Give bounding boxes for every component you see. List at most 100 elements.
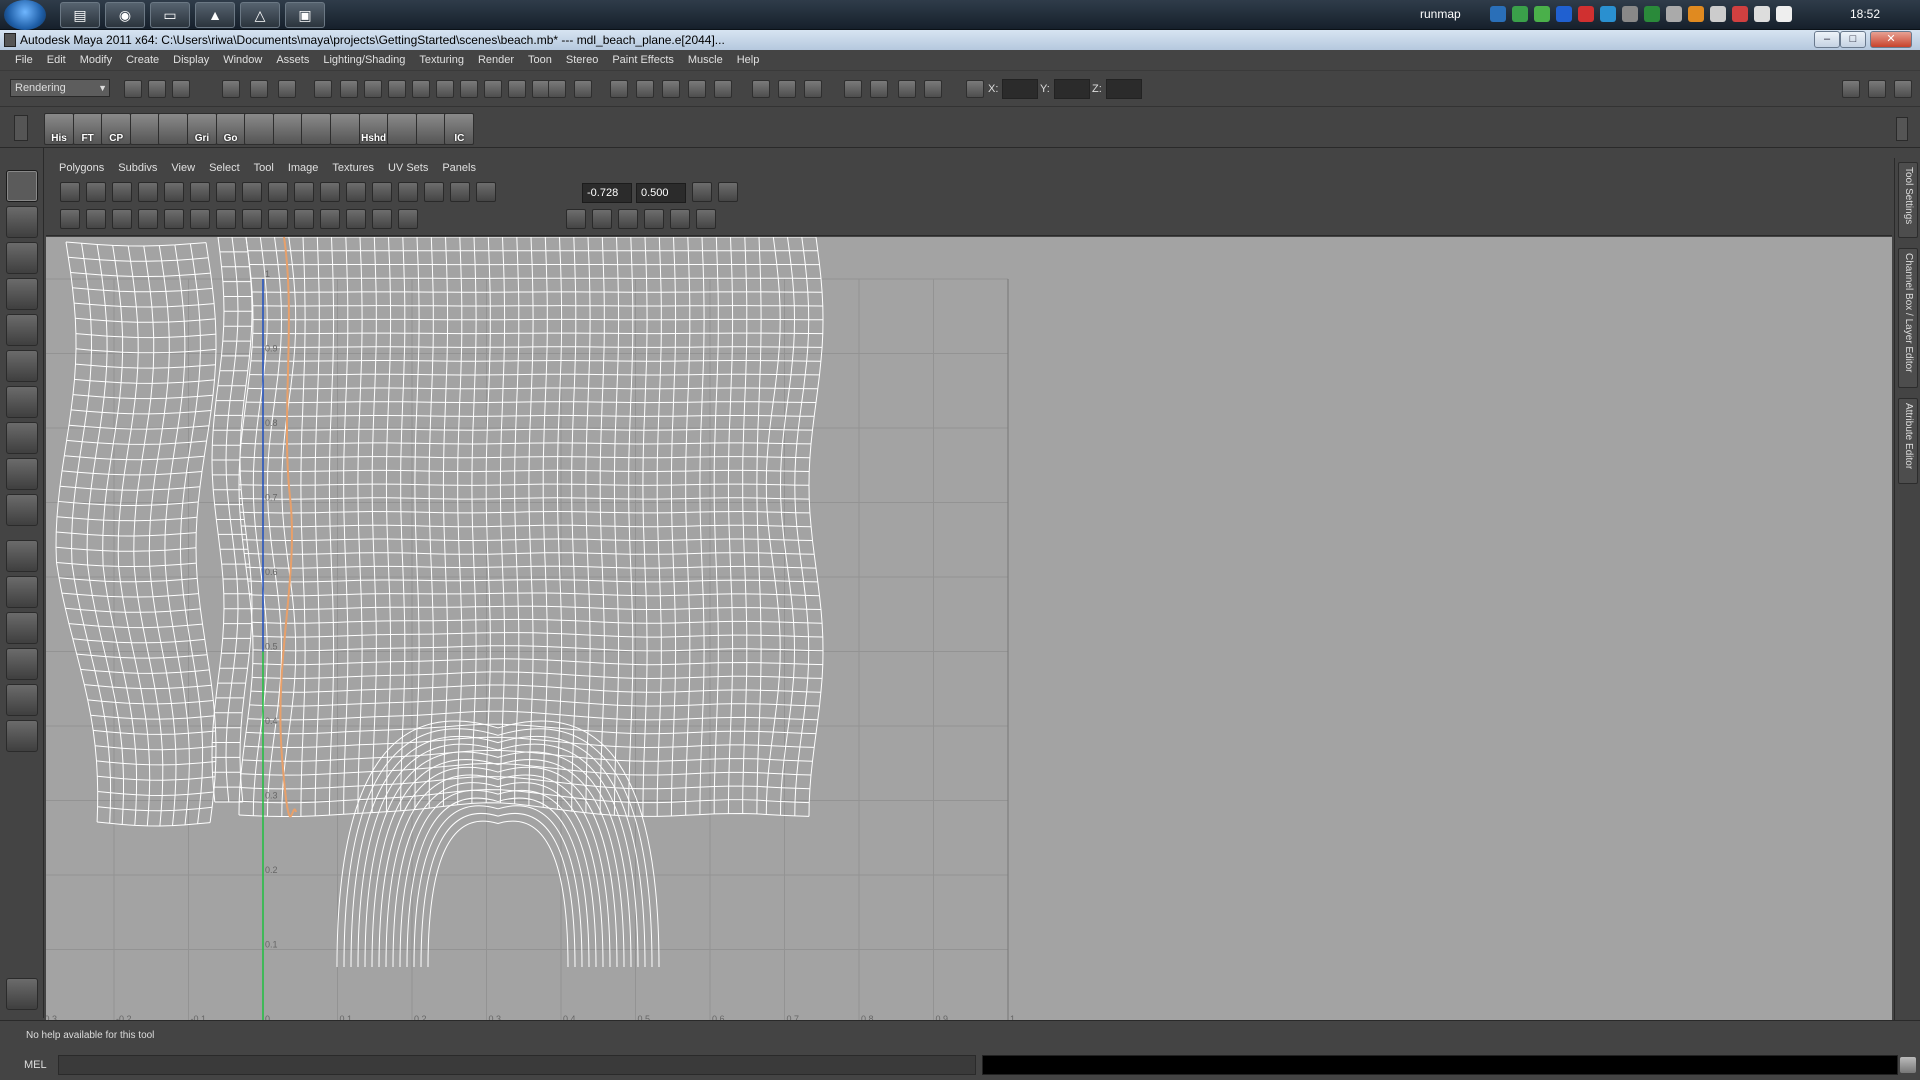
menu-display[interactable]: Display bbox=[166, 54, 216, 66]
layout-outliner-icon[interactable] bbox=[6, 576, 38, 608]
dim-image-icon[interactable] bbox=[424, 182, 444, 202]
menu-modify[interactable]: Modify bbox=[73, 54, 119, 66]
save-scene-icon[interactable] bbox=[172, 80, 190, 98]
printer-icon[interactable] bbox=[1622, 6, 1638, 22]
input-ops-icon[interactable] bbox=[610, 80, 628, 98]
uv-viewport[interactable]: -0.3-0.2-0.100.10.20.30.40.50.60.70.80.9… bbox=[46, 237, 1892, 1020]
tray-label[interactable]: runmap bbox=[1420, 7, 1461, 21]
vlc-tray-icon[interactable] bbox=[1688, 6, 1704, 22]
rotate-ccw-icon[interactable] bbox=[190, 182, 210, 202]
cut-uv-icon[interactable] bbox=[112, 209, 132, 229]
uv-menu-textures[interactable]: Textures bbox=[325, 162, 381, 174]
uv-distort-icon[interactable] bbox=[346, 209, 366, 229]
freeze-transform-icon[interactable]: FT bbox=[72, 113, 103, 145]
menu-set-dropdown[interactable]: Rendering ▼ bbox=[10, 79, 110, 97]
uv-layout-icon[interactable] bbox=[158, 113, 189, 145]
paste-u-icon[interactable] bbox=[618, 209, 638, 229]
uv-frame-icon[interactable] bbox=[60, 182, 80, 202]
uv-menu-image[interactable]: Image bbox=[281, 162, 326, 174]
menu-paint-effects[interactable]: Paint Effects bbox=[605, 54, 681, 66]
start-button[interactable] bbox=[4, 0, 46, 30]
hypershade-icon[interactable]: Hshd bbox=[358, 113, 389, 145]
app-icon[interactable]: ▣ bbox=[285, 2, 325, 28]
curve-icon[interactable] bbox=[330, 113, 360, 145]
network-icon[interactable] bbox=[1512, 6, 1528, 22]
tab-attribute-editor[interactable]: Attribute Editor bbox=[1898, 398, 1918, 484]
unfold-icon[interactable] bbox=[301, 113, 332, 145]
menu-create[interactable]: Create bbox=[119, 54, 166, 66]
layout-four-icon[interactable] bbox=[6, 540, 38, 572]
snap-curve-icon[interactable] bbox=[484, 80, 502, 98]
layout-persp-icon[interactable] bbox=[6, 612, 38, 644]
color-channel-icon[interactable] bbox=[242, 209, 262, 229]
tile-icon[interactable] bbox=[372, 209, 392, 229]
select-hierarchy-icon[interactable] bbox=[222, 80, 240, 98]
uv-swap-icon[interactable] bbox=[718, 182, 738, 202]
normalize-icon[interactable] bbox=[164, 209, 184, 229]
select-curve-icon[interactable] bbox=[388, 80, 406, 98]
uv-menu-uv-sets[interactable]: UV Sets bbox=[381, 162, 435, 174]
ipr-render-icon[interactable] bbox=[752, 80, 770, 98]
attribute-editor-toggle-icon[interactable] bbox=[1868, 80, 1886, 98]
output-ops-icon[interactable] bbox=[636, 80, 654, 98]
hypershade-icon[interactable] bbox=[804, 80, 822, 98]
menu-lighting-shading[interactable]: Lighting/Shading bbox=[316, 54, 412, 66]
menu-help[interactable]: Help bbox=[730, 54, 767, 66]
uv-snapshot-icon[interactable] bbox=[696, 209, 716, 229]
layout-graph-icon[interactable] bbox=[6, 648, 38, 680]
uv-grid-icon[interactable] bbox=[129, 113, 160, 145]
texture-icon[interactable] bbox=[272, 113, 303, 145]
mel-input[interactable] bbox=[58, 1055, 976, 1075]
copy-uvs-icon[interactable] bbox=[566, 209, 586, 229]
tool-settings-toggle-icon[interactable] bbox=[1894, 80, 1912, 98]
shelf-menu-icon[interactable] bbox=[14, 115, 28, 141]
snapshot-icon[interactable] bbox=[924, 80, 942, 98]
script-editor-icon[interactable] bbox=[1900, 1057, 1916, 1073]
select-handle-icon[interactable] bbox=[340, 80, 358, 98]
uv-canvas[interactable]: -0.3-0.2-0.100.10.20.30.40.50.60.70.80.9… bbox=[46, 237, 1892, 1020]
select-tool-icon[interactable] bbox=[6, 170, 38, 202]
ortho-icon[interactable] bbox=[898, 80, 916, 98]
dropbox-icon[interactable] bbox=[1490, 6, 1506, 22]
filter-icon[interactable] bbox=[314, 80, 332, 98]
soft-mod-icon[interactable] bbox=[6, 422, 38, 454]
cycle-uvs-icon[interactable] bbox=[670, 209, 690, 229]
merge-uv-icon[interactable] bbox=[138, 209, 158, 229]
image-compare-icon[interactable]: IC bbox=[444, 113, 475, 145]
nvidia-icon[interactable] bbox=[1534, 6, 1550, 22]
abs-transform-icon[interactable] bbox=[966, 80, 984, 98]
menu-toon[interactable]: Toon bbox=[521, 54, 559, 66]
uv-snap-icon[interactable] bbox=[112, 182, 132, 202]
flag-icon[interactable] bbox=[1710, 6, 1726, 22]
checker-icon[interactable] bbox=[398, 182, 418, 202]
uv-menu-polygons[interactable]: Polygons bbox=[52, 162, 111, 174]
flip-u-icon[interactable] bbox=[138, 182, 158, 202]
paste-v-icon[interactable] bbox=[644, 209, 664, 229]
move-uv-icon[interactable] bbox=[268, 182, 288, 202]
z-field[interactable] bbox=[1106, 79, 1142, 99]
arrow-icon[interactable] bbox=[1732, 6, 1748, 22]
menu-render[interactable]: Render bbox=[471, 54, 521, 66]
paste-uvs-icon[interactable] bbox=[592, 209, 612, 229]
menu-assets[interactable]: Assets bbox=[269, 54, 316, 66]
select-joint-icon[interactable] bbox=[364, 80, 382, 98]
flip-v-icon[interactable] bbox=[164, 182, 184, 202]
select-object-icon[interactable] bbox=[250, 80, 268, 98]
construction-icon[interactable] bbox=[574, 80, 592, 98]
layout-uv-icon[interactable] bbox=[6, 720, 38, 752]
render-view-icon[interactable] bbox=[688, 80, 706, 98]
plane-icon[interactable] bbox=[387, 113, 418, 145]
vlc-icon[interactable]: △ bbox=[240, 2, 280, 28]
maya-app-icon[interactable]: ▲ bbox=[195, 2, 235, 28]
explorer-icon[interactable]: ▤ bbox=[60, 2, 100, 28]
uv-select-icon[interactable] bbox=[86, 182, 106, 202]
sew-icon[interactable] bbox=[294, 182, 314, 202]
uv-rotate-icon[interactable] bbox=[692, 182, 712, 202]
layers-icon[interactable] bbox=[415, 113, 446, 145]
iso-select-icon[interactable] bbox=[60, 209, 80, 229]
lasso-tool-icon[interactable] bbox=[6, 206, 38, 238]
close-button[interactable]: ✕ bbox=[1870, 31, 1912, 48]
firefox-icon[interactable]: ◉ bbox=[105, 2, 145, 28]
v-value-field[interactable]: 0.500 bbox=[636, 183, 686, 203]
transform-field-icon[interactable] bbox=[844, 80, 862, 98]
